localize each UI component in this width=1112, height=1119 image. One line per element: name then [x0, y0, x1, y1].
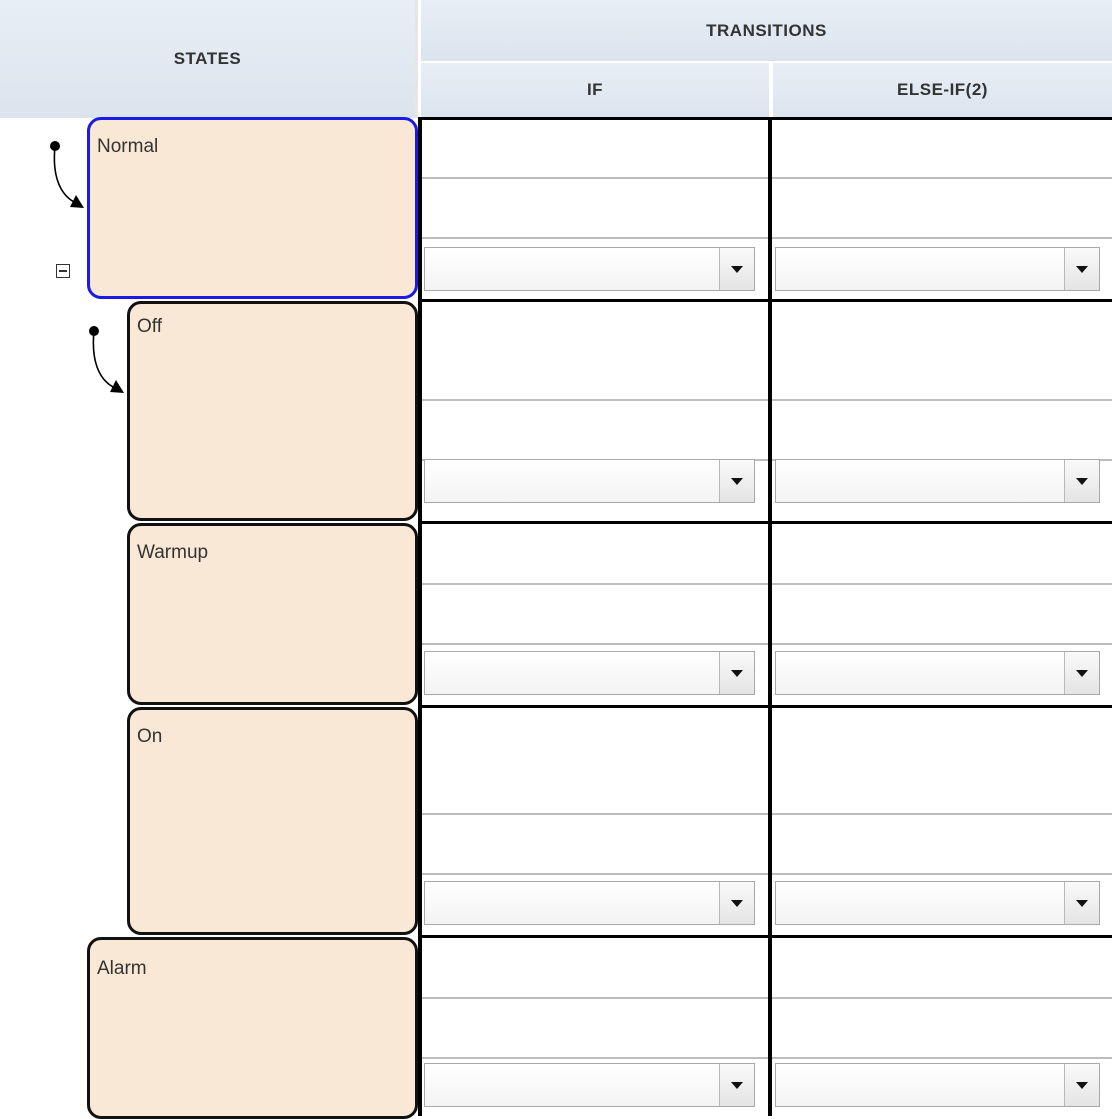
dropdown-button[interactable] — [719, 882, 754, 924]
chevron-down-icon — [1076, 477, 1088, 485]
state-label: Alarm — [97, 958, 147, 979]
if-destination-dropdown[interactable] — [424, 1063, 755, 1107]
cell-line — [422, 1057, 768, 1059]
if-action-cell[interactable] — [422, 179, 768, 237]
if-destination-dropdown[interactable] — [424, 247, 755, 291]
else-if-destination-dropdown[interactable] — [775, 881, 1100, 925]
states-header-label: STATES — [173, 49, 242, 68]
chevron-down-icon — [1076, 265, 1088, 273]
cell-line — [422, 997, 768, 999]
row-divider — [421, 521, 1112, 524]
chevron-down-icon — [731, 669, 743, 677]
chevron-down-icon — [1076, 669, 1088, 677]
states-column-header: STATES — [0, 0, 418, 118]
default-transition-icon — [50, 141, 84, 208]
state-alarm[interactable]: Alarm — [87, 937, 418, 1119]
else-if-destination-dropdown[interactable] — [775, 651, 1100, 695]
column-divider — [418, 117, 422, 1116]
if-destination-dropdown[interactable] — [424, 459, 755, 503]
chevron-down-icon — [1076, 1081, 1088, 1089]
cell-line — [772, 237, 1112, 239]
row-divider — [421, 935, 1112, 938]
state-label: Warmup — [137, 542, 209, 563]
cell-line — [422, 237, 768, 239]
chevron-down-icon — [731, 899, 743, 907]
chevron-down-icon — [731, 1081, 743, 1089]
chevron-down-icon — [731, 265, 743, 273]
dropdown-button[interactable] — [1064, 652, 1099, 694]
else-if-destination-dropdown[interactable] — [775, 247, 1100, 291]
cell-line — [772, 997, 1112, 999]
state-normal[interactable]: Normal — [87, 117, 418, 299]
dropdown-button[interactable] — [1064, 1064, 1099, 1106]
dropdown-button[interactable] — [719, 248, 754, 290]
state-label: Off — [137, 316, 162, 337]
dropdown-button[interactable] — [1064, 460, 1099, 502]
chevron-down-icon — [731, 477, 743, 485]
cell-line — [772, 873, 1112, 875]
else-if-action-cell[interactable] — [772, 179, 1112, 237]
else-if-header-label: ELSE-IF(2) — [897, 80, 988, 99]
row-divider — [421, 299, 1112, 302]
if-destination-dropdown[interactable] — [424, 651, 755, 695]
dropdown-button[interactable] — [1064, 248, 1099, 290]
state-warmup[interactable]: Warmup — [127, 523, 418, 705]
collapse-icon[interactable] — [56, 264, 70, 278]
state-on[interactable]: On — [127, 707, 418, 935]
cell-line — [422, 873, 768, 875]
transitions-column-header: TRANSITIONS — [421, 0, 1112, 62]
dropdown-button[interactable] — [719, 460, 754, 502]
cell-line — [422, 583, 768, 585]
if-destination-dropdown[interactable] — [424, 881, 755, 925]
cell-line — [772, 813, 1112, 815]
cell-line — [422, 399, 768, 401]
state-label: On — [137, 726, 163, 747]
if-condition-cell[interactable] — [422, 120, 768, 177]
else-if-destination-dropdown[interactable] — [775, 459, 1100, 503]
dropdown-button[interactable] — [719, 652, 754, 694]
chevron-down-icon — [1076, 899, 1088, 907]
if-header-label: IF — [586, 80, 604, 99]
default-transition-icon — [89, 326, 124, 393]
row-divider — [421, 705, 1112, 708]
cell-line — [772, 399, 1112, 401]
state-label: Normal — [97, 136, 159, 157]
dropdown-button[interactable] — [1064, 882, 1099, 924]
cell-line — [772, 583, 1112, 585]
cell-line — [422, 813, 768, 815]
cell-line — [772, 643, 1112, 645]
transitions-header-label: TRANSITIONS — [706, 20, 827, 40]
dropdown-button[interactable] — [719, 1064, 754, 1106]
cell-line — [772, 1057, 1112, 1059]
else-if-column-header: ELSE-IF(2) — [773, 63, 1112, 117]
column-divider — [768, 117, 772, 1116]
state-off[interactable]: Off — [127, 301, 418, 521]
cell-line — [422, 643, 768, 645]
else-if-destination-dropdown[interactable] — [775, 1063, 1100, 1107]
if-column-header: IF — [421, 63, 771, 117]
else-if-condition-cell[interactable] — [772, 120, 1112, 177]
